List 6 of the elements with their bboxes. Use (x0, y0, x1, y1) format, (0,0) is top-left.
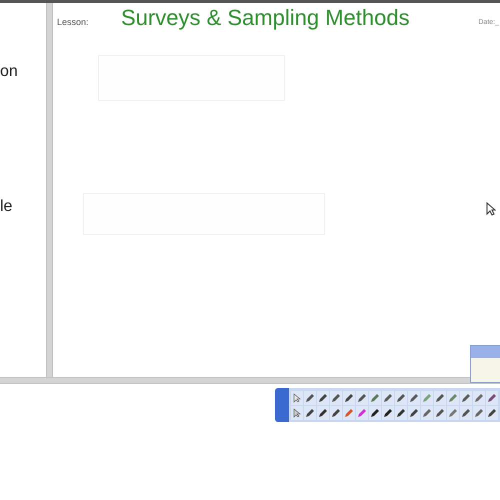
sidebar-text: on (0, 63, 18, 81)
lesson-label: Lesson: (57, 17, 90, 27)
sidebar-text: le (0, 198, 12, 216)
page-panel (470, 345, 500, 383)
lesson-title: Surveys & Sampling Methods (121, 5, 410, 31)
cursor-icon (486, 202, 496, 216)
